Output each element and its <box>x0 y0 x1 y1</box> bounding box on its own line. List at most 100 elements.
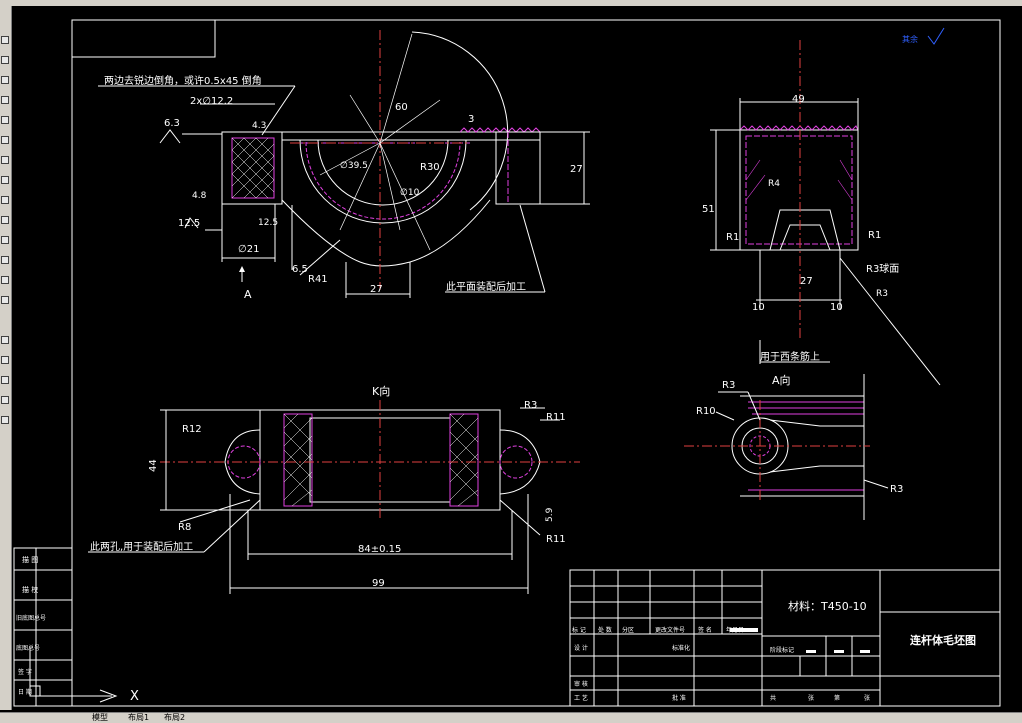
filled-cell <box>806 650 816 653</box>
dim-21: ∅21 <box>238 244 259 255</box>
top-left-box <box>71 19 216 58</box>
tb-jieduan: 阶段标记 <box>770 646 794 654</box>
tb-pizhun: 批 准 <box>672 694 686 702</box>
dim-r10a: R10 <box>696 406 716 417</box>
dim-r12: R12 <box>182 424 202 435</box>
dim-r3a: R3 <box>722 380 735 391</box>
dim-r3k: R3 <box>524 400 537 411</box>
hole-machining-note: 此两孔,用于装配后加工 <box>90 540 193 553</box>
dim-r1a: R1 <box>726 232 739 243</box>
view-k-label: K向 <box>372 384 390 398</box>
line-tool-icon[interactable] <box>1 36 9 44</box>
dim-44: 44 <box>148 459 159 472</box>
dim-27a: 27 <box>370 284 383 295</box>
rectangle-tool-icon[interactable] <box>1 96 9 104</box>
dim-51: 51 <box>702 204 715 215</box>
dim-27c: 27 <box>800 276 813 287</box>
dim-10b: 10 <box>830 302 843 313</box>
hatch-tool-icon[interactable] <box>1 236 9 244</box>
tb-gong: 共 <box>770 694 776 702</box>
sheet-up-note: 用于西条筋上 <box>760 350 820 363</box>
material-label: 材料：T450-10 <box>788 599 867 613</box>
tb-di: 第 <box>834 694 840 702</box>
tb-biaozhunhua: 标准化 <box>672 644 690 652</box>
drawing-name: 连杆体毛坯图 <box>910 633 976 647</box>
polygon-tool-icon[interactable] <box>1 76 9 84</box>
dim-r1b: R1 <box>868 230 881 241</box>
roughness-symbol-icon <box>927 27 945 45</box>
k-view <box>88 400 580 594</box>
ucs-x-label: X <box>130 689 139 704</box>
view-a-label: A向 <box>772 373 791 387</box>
scale-tool-icon[interactable] <box>1 396 9 404</box>
view-a-marker: A <box>244 288 252 301</box>
tb-biaoji: 标 记 <box>572 626 586 634</box>
dim-125a: 12.5 <box>178 218 200 229</box>
dim-r3: R3 <box>876 289 888 299</box>
side-block <box>13 547 73 707</box>
dim-43: 4.3 <box>252 121 266 131</box>
dim-r3b: R3 <box>890 484 903 495</box>
tb-sheji: 设 计 <box>574 644 588 652</box>
dim-49: 49 <box>792 94 805 105</box>
dim-10a: 10 <box>752 302 765 313</box>
drawing-canvas[interactable]: 两边去锐边倒角，或许0.5x45 倒角 2x∅12.2 6.3 4.3 4.8 … <box>11 6 1022 712</box>
filled-cell <box>730 628 758 632</box>
tb-zhang: 张 <box>808 694 814 702</box>
text-tool-icon[interactable] <box>1 296 9 304</box>
tb-chushu: 处 数 <box>598 626 612 634</box>
side-miaotu: 描 图 <box>22 555 38 564</box>
ucs-icon <box>29 648 118 703</box>
dim-3: 3 <box>468 114 474 125</box>
dim-395: ∅39.5 <box>340 161 368 171</box>
dim-r11b: R11 <box>546 534 566 545</box>
dim-84: 84±0.15 <box>358 544 401 555</box>
a-view <box>684 374 889 520</box>
sphere-note: R3球面 <box>866 262 899 275</box>
dim-2x12: 2x∅12.2 <box>190 96 233 107</box>
tb-fenqu: 分区 <box>622 626 634 634</box>
dim-60: 60 <box>395 102 408 113</box>
tb-genggai: 更改文件号 <box>655 626 685 634</box>
dim-r30: R30 <box>420 162 440 173</box>
dim-r11a: R11 <box>546 412 566 423</box>
circle-tool-icon[interactable] <box>1 136 9 144</box>
side-ditu: 底图总号 <box>16 644 40 652</box>
layout-tabs: 模型 布局1 布局2 <box>0 712 1022 723</box>
spline-tool-icon[interactable] <box>1 156 9 164</box>
dim-48: 4.8 <box>192 191 207 201</box>
tb-shenhe: 审 核 <box>574 680 588 688</box>
filled-cell <box>834 650 844 653</box>
dim-59: 5.9 <box>545 507 555 522</box>
dim-125b: 12.5 <box>258 218 278 228</box>
dim-27b: 27 <box>570 164 583 175</box>
polyline-tool-icon[interactable] <box>1 56 9 64</box>
dim-r8: R8 <box>178 522 191 533</box>
filled-cell <box>860 650 870 653</box>
tb-qianming: 签 名 <box>698 626 712 634</box>
table-tool-icon[interactable] <box>1 276 9 284</box>
modify-tool-icon[interactable] <box>1 336 9 344</box>
dim-10: ∅10 <box>400 188 420 198</box>
roughness-note: 其余 <box>902 34 918 44</box>
point-tool-icon[interactable] <box>1 216 9 224</box>
region-tool-icon[interactable] <box>1 256 9 264</box>
dim-r4: R4 <box>768 179 780 189</box>
insert-block-icon[interactable] <box>1 196 9 204</box>
ellipse-tool-icon[interactable] <box>1 176 9 184</box>
side-view <box>710 40 941 386</box>
face-machining-note: 此平面装配后加工 <box>446 280 526 293</box>
chamfer-note: 两边去锐边倒角，或许0.5x45 倒角 <box>104 74 262 87</box>
side-miaojiao: 描 校 <box>22 585 38 594</box>
move-tool-icon[interactable] <box>1 356 9 364</box>
dim-99: 99 <box>372 578 385 589</box>
side-jiudi: 旧底图总号 <box>16 614 46 622</box>
trim-tool-icon[interactable] <box>1 416 9 424</box>
arc-tool-icon[interactable] <box>1 116 9 124</box>
tb-gongyi: 工 艺 <box>574 694 588 702</box>
dim-63: 6.3 <box>164 118 180 129</box>
dim-65: 6.5 <box>292 264 308 275</box>
tb-zhang2: 张 <box>864 694 870 702</box>
dim-r41: R41 <box>308 274 328 285</box>
rotate-tool-icon[interactable] <box>1 376 9 384</box>
